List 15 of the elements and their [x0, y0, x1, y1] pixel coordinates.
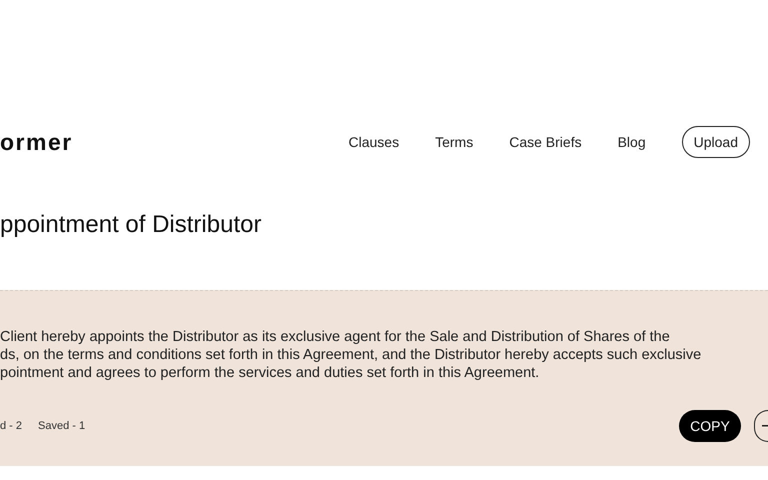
clause-text-line: pointment and agrees to perform the services and duties set forth in this Agreement.	[0, 364, 540, 382]
stat-label: d - 2	[0, 418, 22, 434]
nav-link[interactable]: Blog	[618, 132, 646, 152]
upload-button[interactable]: Upload	[682, 126, 750, 158]
clause-text-line: Client hereby appoints the Distributor as its exclusive agent for the Sale and Distribution of Shares of the	[0, 328, 671, 346]
nav-link[interactable]: Case Briefs	[509, 132, 582, 152]
nav-link[interactable]: Clauses	[348, 132, 400, 152]
copy-button[interactable]: COPY	[679, 410, 741, 442]
circle-button[interactable]	[754, 410, 768, 442]
logo[interactable]: ormer	[0, 130, 73, 154]
dash-icon	[762, 425, 768, 427]
clause-text-line: ds, on the terms and conditions set forth in this Agreement, and the Distributor hereby accepts such exclusive	[0, 346, 702, 364]
page-title: ppointment of Distributor	[0, 210, 262, 240]
stat-label: Saved - 1	[38, 418, 86, 434]
nav-link[interactable]: Terms	[435, 132, 474, 152]
